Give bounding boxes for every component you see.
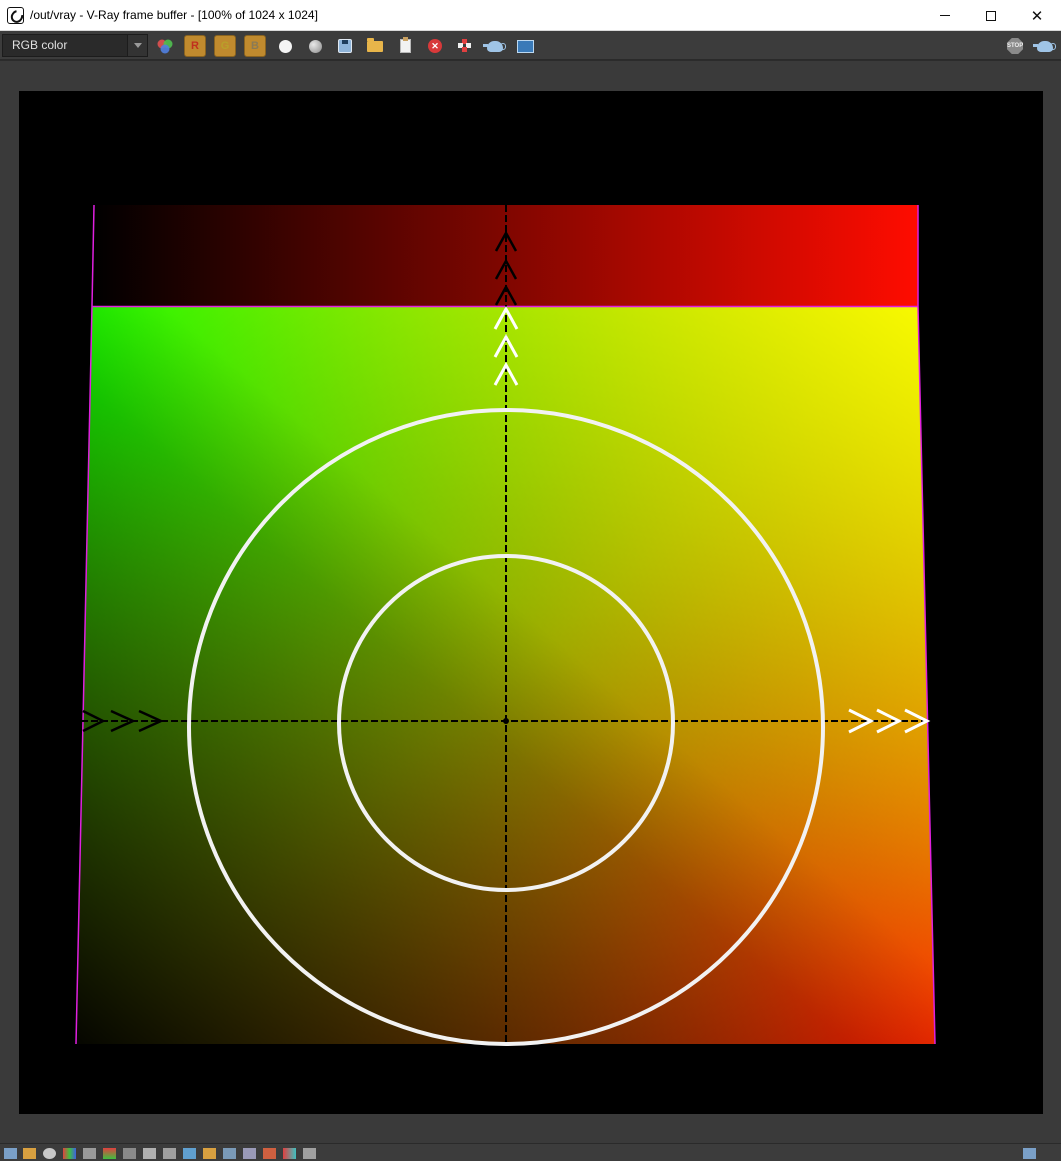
lens-effects-icon[interactable]	[203, 1148, 216, 1159]
ocio-icon[interactable]	[223, 1148, 236, 1159]
region-render-icon	[458, 39, 472, 53]
save-button[interactable]	[334, 35, 356, 57]
clipboard-button[interactable]	[394, 35, 416, 57]
maximize-button[interactable]	[968, 0, 1014, 31]
red-channel-button[interactable]: R	[184, 35, 206, 57]
hsl-icon[interactable]	[83, 1148, 96, 1159]
vray-app-icon	[7, 7, 24, 24]
ab-icon[interactable]	[283, 1148, 296, 1159]
dock-icon[interactable]	[1023, 1148, 1036, 1159]
lut-icon[interactable]	[163, 1148, 176, 1159]
minimize-icon	[940, 15, 950, 16]
title-bar: /out/vray - V-Ray frame buffer - [100% o…	[0, 0, 1061, 31]
center-point	[503, 718, 509, 724]
curves-icon[interactable]	[123, 1148, 136, 1159]
grey-sphere-icon	[308, 39, 322, 53]
clipboard-icon	[399, 37, 411, 53]
bottom-toolbar	[0, 1143, 1061, 1161]
save-icon	[338, 39, 352, 53]
clear-icon: ✕	[428, 39, 442, 53]
channel-mix-icon[interactable]	[154, 35, 176, 57]
render-teapot-icon	[483, 40, 506, 52]
compare-icon[interactable]	[263, 1148, 276, 1159]
exposure-icon[interactable]	[143, 1148, 156, 1159]
panel-icon[interactable]	[4, 1148, 17, 1159]
top-toolbar: RGB color R G B ✕ STOP	[0, 31, 1061, 60]
channel-select-value: RGB color	[12, 38, 68, 52]
render-button[interactable]	[483, 35, 506, 57]
teapot-icon	[1033, 40, 1056, 52]
open-folder-icon	[367, 37, 383, 52]
film-icon	[516, 39, 534, 53]
rendered-image	[19, 91, 1043, 1114]
clear-button[interactable]: ✕	[424, 35, 446, 57]
levels-icon[interactable]	[103, 1148, 116, 1159]
grey-sphere-button[interactable]	[304, 35, 326, 57]
chevron-down-icon[interactable]	[127, 35, 147, 56]
white-dot-button[interactable]	[274, 35, 296, 57]
open-button[interactable]	[364, 35, 386, 57]
color-correction-icon[interactable]	[63, 1148, 76, 1159]
history-icon[interactable]	[23, 1148, 36, 1159]
green-channel-button[interactable]: G	[214, 35, 236, 57]
white-dot-icon	[278, 39, 292, 53]
render-canvas	[75, 204, 936, 1046]
close-icon: ✕	[1030, 7, 1044, 25]
chevron-down-icon[interactable]	[1043, 1148, 1056, 1159]
minimize-button[interactable]	[922, 0, 968, 31]
film-button[interactable]	[514, 35, 536, 57]
close-button[interactable]: ✕	[1014, 0, 1060, 31]
info-icon[interactable]	[43, 1148, 56, 1159]
background-icon[interactable]	[183, 1148, 196, 1159]
teapot-options-button[interactable]	[1033, 35, 1056, 57]
blue-channel-button[interactable]: B	[244, 35, 266, 57]
stop-icon: STOP	[1007, 38, 1023, 54]
pixel-info-icon[interactable]	[303, 1148, 316, 1159]
maximize-icon	[986, 10, 996, 21]
stop-button[interactable]: STOP	[1004, 35, 1026, 57]
region-render-button[interactable]	[454, 35, 476, 57]
frame-viewport[interactable]	[0, 61, 1061, 1143]
window-title: /out/vray - V-Ray frame buffer - [100% o…	[30, 8, 318, 22]
channel-select[interactable]: RGB color	[2, 34, 148, 57]
hist-icon[interactable]	[243, 1148, 256, 1159]
